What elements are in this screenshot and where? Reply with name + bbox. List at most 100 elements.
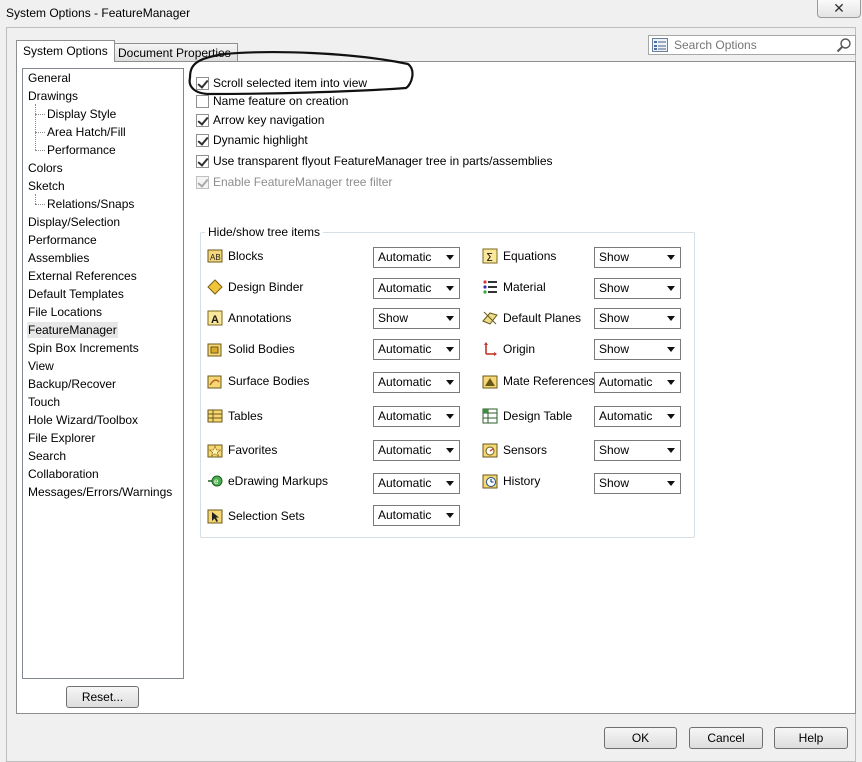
visibility-dropdown[interactable]: Automatic (373, 473, 460, 494)
blocks-icon: AB (207, 249, 223, 263)
chevron-down-icon (446, 347, 454, 352)
option-label: Use transparent flyout FeatureManager tr… (213, 154, 553, 168)
visibility-dropdown[interactable]: Automatic (373, 440, 460, 461)
ok-button[interactable]: OK (604, 727, 677, 749)
visibility-dropdown[interactable]: Show (594, 473, 681, 494)
tree-item-performance[interactable]: Performance (27, 232, 98, 248)
item-label: Annotations (228, 311, 292, 325)
dropdown-value: Automatic (378, 443, 432, 457)
dropdown-value: Automatic (599, 375, 653, 389)
dropdown-value: Automatic (599, 409, 653, 423)
visibility-dropdown[interactable]: Automatic (594, 406, 681, 427)
options-list-icon (652, 38, 668, 52)
visibility-dropdown[interactable]: Show (594, 339, 681, 360)
cancel-button[interactable]: Cancel (689, 727, 763, 749)
option-checkbox[interactable] (196, 113, 209, 127)
item-label: Origin (503, 342, 536, 356)
tree-item-colors[interactable]: Colors (27, 160, 64, 176)
tree-item-hole-wizard-toolbox[interactable]: Hole Wizard/Toolbox (27, 412, 139, 428)
option-row[interactable]: Name feature on creation (196, 93, 348, 109)
tree-item-drawings[interactable]: Drawings (27, 88, 79, 104)
chevron-down-icon (446, 513, 454, 518)
tree-connector (35, 104, 36, 150)
tree-item-general[interactable]: General (27, 70, 72, 86)
visibility-dropdown[interactable]: Show (594, 440, 681, 461)
close-icon: ✕ (833, 0, 845, 16)
dropdown-value: Show (599, 250, 630, 264)
tree-item-visibility-surface-bodies: Surface Bodies (207, 371, 309, 391)
solid-bodies-icon (207, 343, 222, 357)
help-button[interactable]: Help (774, 727, 848, 749)
tree-item-external-references[interactable]: External References (27, 268, 138, 284)
option-row[interactable]: Arrow key navigation (196, 112, 324, 128)
option-row[interactable]: Scroll selected item into view (196, 75, 367, 91)
visibility-dropdown[interactable]: Automatic (373, 372, 460, 393)
tree-item-visibility-edrawing-markups: e eDrawing Markups (207, 471, 328, 491)
tab-document-properties[interactable]: Document Properties (111, 43, 238, 62)
tree-item-sketch[interactable]: Sketch (27, 178, 66, 194)
window-title: System Options - FeatureManager (6, 6, 191, 20)
tree-item-relations-snaps[interactable]: Relations/Snaps (46, 196, 135, 212)
tree-item-collaboration[interactable]: Collaboration (27, 466, 100, 482)
tree-item-area-hatch-fill[interactable]: Area Hatch/Fill (46, 124, 127, 140)
origin-icon (484, 342, 497, 356)
option-checkbox[interactable] (196, 76, 209, 90)
tree-item-file-locations[interactable]: File Locations (27, 304, 103, 320)
tree-item-file-explorer[interactable]: File Explorer (27, 430, 96, 446)
svg-text:e: e (214, 477, 219, 486)
visibility-dropdown[interactable]: Automatic (373, 247, 460, 268)
option-row[interactable]: Use transparent flyout FeatureManager tr… (196, 153, 553, 169)
item-label: eDrawing Markups (228, 474, 329, 488)
tree-item-view[interactable]: View (27, 358, 55, 374)
visibility-dropdown[interactable]: Automatic (373, 505, 460, 526)
tab-system-options[interactable]: System Options (16, 40, 115, 62)
visibility-dropdown[interactable]: Automatic (594, 372, 681, 393)
tree-item-default-templates[interactable]: Default Templates (27, 286, 125, 302)
chevron-down-icon (667, 286, 675, 291)
dropdown-value: Automatic (378, 250, 432, 264)
dropdown-value: Show (599, 342, 630, 356)
reset-button[interactable]: Reset... (66, 686, 139, 708)
dropdown-value: Show (599, 281, 630, 295)
option-label: Name feature on creation (213, 94, 349, 108)
tree-item-touch[interactable]: Touch (27, 394, 61, 410)
tree-item-spin-box-increments[interactable]: Spin Box Increments (27, 340, 140, 356)
option-row[interactable]: Dynamic highlight (196, 132, 308, 148)
tree-connector (35, 150, 45, 151)
dropdown-value: Show (599, 311, 630, 325)
item-label: Material (503, 280, 546, 294)
tree-item-display-style[interactable]: Display Style (46, 106, 117, 122)
tree-item-search[interactable]: Search (27, 448, 67, 464)
item-label: Favorites (228, 443, 278, 457)
visibility-dropdown[interactable]: Show (594, 247, 681, 268)
chevron-down-icon (667, 316, 675, 321)
selection-sets-icon (207, 509, 223, 524)
favorites-icon (207, 444, 223, 458)
visibility-dropdown[interactable]: Show (373, 308, 460, 329)
visibility-dropdown[interactable]: Automatic (373, 339, 460, 360)
item-label: Selection Sets (228, 509, 305, 523)
visibility-dropdown[interactable]: Automatic (373, 406, 460, 427)
option-label: Arrow key navigation (213, 113, 325, 127)
tree-item-performance[interactable]: Performance (46, 142, 117, 158)
search-options-box[interactable] (648, 35, 856, 55)
option-checkbox[interactable] (196, 94, 209, 108)
option-checkbox[interactable] (196, 154, 209, 168)
visibility-dropdown[interactable]: Automatic (373, 278, 460, 299)
tree-item-visibility-equations: Σ Equations (482, 246, 556, 266)
option-checkbox[interactable] (196, 133, 209, 147)
tree-item-messages-errors-warnings[interactable]: Messages/Errors/Warnings (27, 484, 173, 500)
item-label: Surface Bodies (228, 374, 310, 388)
dropdown-value: Show (378, 311, 409, 325)
visibility-dropdown[interactable]: Show (594, 308, 681, 329)
edrawing-markups-icon: e (208, 475, 223, 487)
visibility-dropdown[interactable]: Show (594, 278, 681, 299)
search-icon[interactable] (836, 37, 852, 53)
window-close-button[interactable]: ✕ (817, 0, 861, 18)
search-input[interactable] (672, 37, 832, 53)
tree-item-display-selection[interactable]: Display/Selection (27, 214, 121, 230)
chevron-down-icon (446, 481, 454, 486)
tree-item-assemblies[interactable]: Assemblies (27, 250, 90, 266)
tree-item-backup-recover[interactable]: Backup/Recover (27, 376, 117, 392)
tree-item-featuremanager[interactable]: FeatureManager (27, 322, 118, 338)
